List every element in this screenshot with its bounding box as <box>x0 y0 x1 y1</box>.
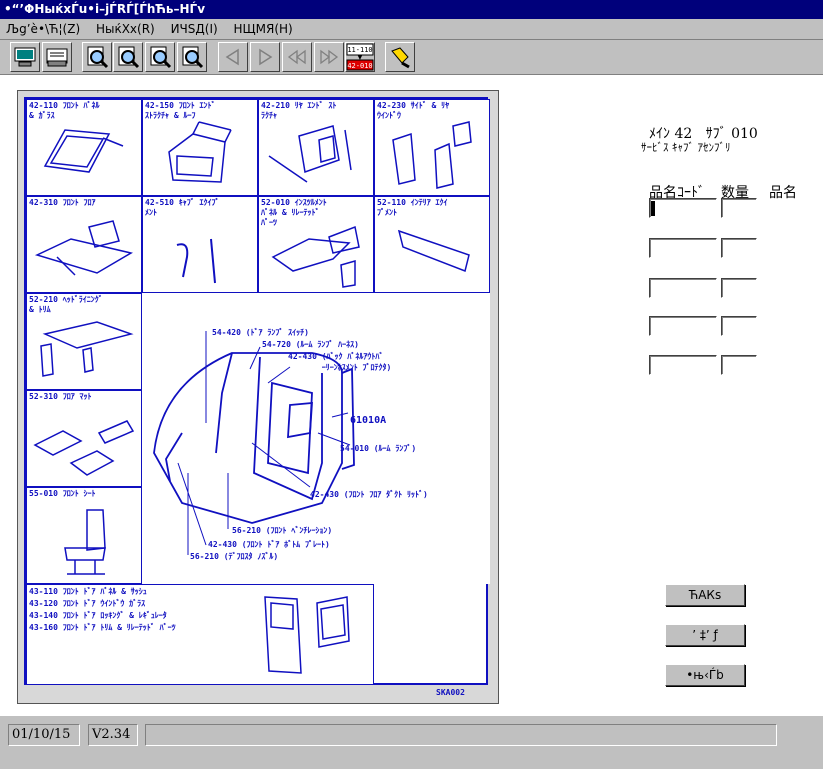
cell-caption: 42-150 ﾌﾛﾝﾄ ｴﾝﾄﾞ ｽﾄﾗｸﾁｬ & ﾙｰﾌ <box>145 101 216 120</box>
cell-42-310[interactable]: 42-310 ﾌﾛﾝﾄ ﾌﾛｱ <box>26 196 142 293</box>
cell-52-110[interactable]: 52-110 ｲﾝﾃﾘｱ ｴｸｲ ﾌﾟﾒﾝﾄ <box>374 196 490 293</box>
print-button[interactable] <box>42 42 72 72</box>
text-cursor <box>651 201 655 216</box>
callout-42-430-back: 42-430 (ﾊﾞｯｸ ﾊﾟﾈﾙｱｳﾄﾊﾞ ｰﾘｰﾝﾎｽﾒﾝﾄ ﾌﾟﾛﾃｸﾀ) <box>288 352 392 372</box>
zoom-button-4[interactable] <box>177 42 207 72</box>
action-button-2[interactable]: ’ ‡’ ƒ <box>665 624 745 646</box>
callout-61010a: 61010A <box>350 415 387 426</box>
callout-54-720: 54-720 (ﾙｰﾑ ﾗﾝﾌﾟ ﾊｰﾈｽ) <box>262 340 359 349</box>
callout-56-210-nozzle: 56-210 (ﾃﾞﾌﾛｽﾀ ﾉｽﾞﾙ) <box>190 552 279 561</box>
callout-56-210-vent: 56-210 (ﾌﾛﾝﾄ ﾍﾞﾝﾁﾚｰｼｮﾝ) <box>232 526 333 535</box>
cell-52-010[interactable]: 52-010 ｲﾝｽﾂﾙﾒﾝﾄ ﾊﾟﾈﾙ & ﾘﾚｰﾃｯﾄﾞ ﾊﾟｰﾂ <box>258 196 374 293</box>
zoom-icon-3 <box>150 46 172 69</box>
status-message <box>145 724 777 746</box>
zoom-button-2[interactable] <box>113 42 143 72</box>
status-bar: 01/10/15 V2.34 <box>0 715 823 769</box>
menu-item-read[interactable]: HыќXx(R) <box>90 19 161 39</box>
qty-input-4[interactable] <box>721 316 757 336</box>
callout-42-430-door: 42-430 (ﾌﾛﾝﾄ ﾄﾞｱ ﾎﾞﾄﾑ ﾌﾟﾚｰﾄ) <box>208 540 330 549</box>
cell-42-510[interactable]: 42-510 ｷｬﾌﾞ ｴｸｲﾌﾟ ﾒﾝﾄ <box>142 196 258 293</box>
printer-icon <box>46 48 68 67</box>
cell-caption: 42-210 ﾘﾔ ｴﾝﾄﾞ ｽﾄ ﾗｸﾁｬ <box>261 101 337 120</box>
arrow-left-icon <box>225 48 239 66</box>
next-page-button[interactable] <box>250 42 280 72</box>
zoom-button-3[interactable] <box>145 42 175 72</box>
partnum-bottom-label: 42-010 <box>347 62 372 70</box>
status-date: 01/10/15 <box>8 724 80 746</box>
window-title: •“’ΦHыќxЃu•i–jЃRЃ[ЃhЋь–HЃv <box>4 2 206 16</box>
fast-forward-button[interactable] <box>314 42 344 72</box>
cell-55-010[interactable]: 55-010 ﾌﾛﾝﾄ ｼｰﾄ <box>26 487 142 584</box>
qty-input-1[interactable] <box>721 198 757 218</box>
callout-42-430-floor: 42-430 (ﾌﾛﾝﾄ ﾌﾛｱ ﾀﾞｸﾄ ﾘｯﾄﾞ) <box>310 490 428 499</box>
col-header-name: 品名 <box>769 185 797 201</box>
toolbar: 11-110 ▼ 42-010 <box>0 40 823 75</box>
assembly-name: ｻｰﾋﾞｽ ｷｬﾌﾞ ｱｾﾝﾌﾞﾘ <box>641 141 731 154</box>
action-button-3[interactable]: •њ‹Ѓb <box>665 664 745 686</box>
callout-54-420: 54-420 (ﾄﾞｱ ﾗﾝﾌﾟ ｽｲｯﾁ) <box>212 328 309 337</box>
part-number-button[interactable]: 11-110 ▼ 42-010 <box>345 42 375 72</box>
rewind-icon <box>287 49 306 65</box>
cell-43-110[interactable]: 43-110 ﾌﾛﾝﾄ ﾄﾞｱ ﾊﾟﾈﾙ & ｻｯｼｭ 43-120 ﾌﾛﾝﾄ … <box>26 584 374 685</box>
qty-input-5[interactable] <box>721 355 757 375</box>
qty-input-3[interactable] <box>721 278 757 298</box>
prev-page-button[interactable] <box>218 42 248 72</box>
parts-diagram[interactable]: 42-110 ﾌﾛﾝﾄ ﾊﾟﾈﾙ & ｶﾞﾗｽ 42-150 ﾌﾛﾝﾄ ｴﾝﾄﾞ… <box>24 97 490 685</box>
cell-caption: 52-310 ﾌﾛｱ ﾏｯﾄ <box>29 392 92 401</box>
flashlight-icon <box>391 47 410 69</box>
status-version: V2.34 <box>88 724 138 746</box>
cell-42-230[interactable]: 42-230 ｻｲﾄﾞ & ﾘﾔ ｳｲﾝﾄﾞｳ <box>374 99 490 196</box>
cab-assembly-drawing[interactable]: 54-420 (ﾄﾞｱ ﾗﾝﾌﾟ ｽｲｯﾁ) 54-720 (ﾙｰﾑ ﾗﾝﾌﾟ … <box>142 293 490 584</box>
part-drawing <box>33 420 135 476</box>
cell-42-110[interactable]: 42-110 ﾌﾛﾝﾄ ﾊﾟﾈﾙ & ｶﾞﾗｽ <box>26 99 142 196</box>
zoom-icon-2 <box>118 46 140 69</box>
cell-caption: 42-230 ｻｲﾄﾞ & ﾘﾔ ｳｲﾝﾄﾞｳ <box>377 101 450 120</box>
part-code-input-3[interactable] <box>649 278 717 298</box>
menu-item-zoom[interactable]: Љg’è•\Ћ¦(Z) <box>0 19 86 39</box>
zoom-button-1[interactable] <box>82 42 112 72</box>
computer-icon <box>14 47 36 67</box>
arrow-right-icon <box>259 48 273 66</box>
cell-caption: 55-010 ﾌﾛﾝﾄ ｼｰﾄ <box>29 489 96 498</box>
part-drawing <box>264 596 350 674</box>
menu-item-print[interactable]: ИЧЅД(I) <box>165 19 224 39</box>
cell-caption: 42-110 ﾌﾛﾝﾄ ﾊﾟﾈﾙ & ｶﾞﾗｽ <box>29 101 100 120</box>
part-code-input-2[interactable] <box>649 238 717 258</box>
cell-caption: 42-510 ｷｬﾌﾞ ｴｸｲﾌﾟ ﾒﾝﾄ <box>145 198 220 217</box>
part-number-icon: 11-110 ▼ 42-010 <box>346 43 374 71</box>
part-code-input-5[interactable] <box>649 355 717 375</box>
part-code-input-4[interactable] <box>649 316 717 336</box>
cell-caption: 52-110 ｲﾝﾃﾘｱ ｴｸｲ ﾌﾟﾒﾝﾄ <box>377 198 448 217</box>
part-code-input-1[interactable] <box>649 198 717 218</box>
qty-input-2[interactable] <box>721 238 757 258</box>
part-drawing <box>34 220 133 276</box>
cell-caption: 42-310 ﾌﾛﾝﾄ ﾌﾛｱ <box>29 198 96 207</box>
menu-item-help[interactable]: НЩМЯ(H) <box>228 19 299 39</box>
diagram-code: SKA002 <box>436 688 465 697</box>
cell-caption: 52-210 ﾍｯﾄﾞﾗｲﾆﾝｸﾞ & ﾄﾘﾑ <box>29 295 103 314</box>
title-bar: •“’ΦHыќxЃu•i–jЃRЃ[ЃhЋь–HЃv <box>0 0 823 19</box>
cell-caption: 52-010 ｲﾝｽﾂﾙﾒﾝﾄ ﾊﾟﾈﾙ & ﾘﾚｰﾃｯﾄﾞ ﾊﾟｰﾂ <box>261 198 327 227</box>
cell-52-310[interactable]: 52-310 ﾌﾛｱ ﾏｯﾄ <box>26 390 142 487</box>
cell-42-150[interactable]: 42-150 ﾌﾛﾝﾄ ｴﾝﾄﾞ ｽﾄﾗｸﾁｬ & ﾙｰﾌ <box>142 99 258 196</box>
cell-42-210[interactable]: 42-210 ﾘﾔ ｴﾝﾄﾞ ｽﾄ ﾗｸﾁｬ <box>258 99 374 196</box>
part-drawing <box>64 509 106 575</box>
cell-52-210[interactable]: 52-210 ﾍｯﾄﾞﾗｲﾆﾝｸﾞ & ﾄﾘﾑ <box>26 293 142 390</box>
callout-54-010: 54-010 (ﾙｰﾑ ﾗﾝﾌﾟ) <box>340 444 417 453</box>
fast-forward-icon <box>320 49 339 65</box>
menu-bar: Љg’è•\Ћ¦(Z) HыќXx(R) ИЧЅД(I) НЩМЯ(H) <box>0 19 823 40</box>
zoom-icon-4 <box>182 46 204 69</box>
computer-button[interactable] <box>10 42 40 72</box>
flashlight-button[interactable] <box>385 42 415 72</box>
action-button-1[interactable]: ЋАКѕ <box>665 584 745 606</box>
rewind-button[interactable] <box>282 42 312 72</box>
zoom-icon-1 <box>87 46 109 69</box>
